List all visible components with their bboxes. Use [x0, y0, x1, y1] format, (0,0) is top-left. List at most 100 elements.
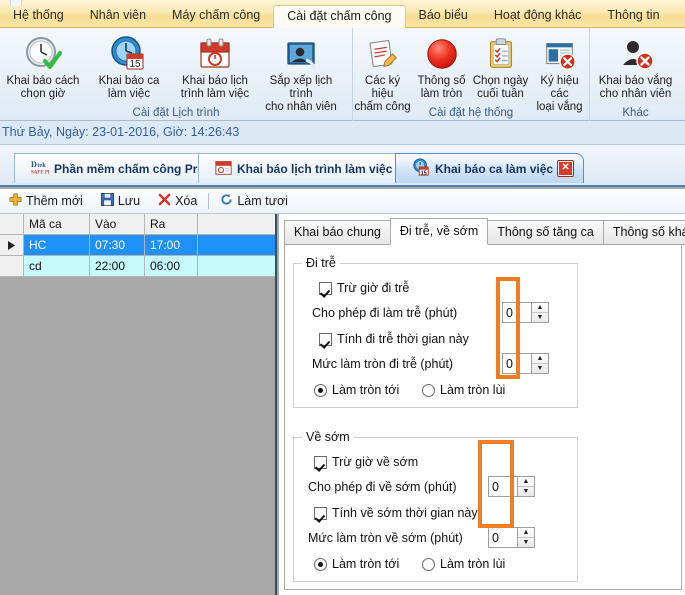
- checkbox-tinh-ve-som-row[interactable]: Tính về sớm thời gian này: [314, 506, 478, 520]
- tab-khai-bao-chung[interactable]: Khai báo chung: [284, 220, 391, 245]
- radio-lam-tron-lui-row-early[interactable]: Làm tròn lùi: [422, 557, 505, 571]
- radio-lam-tron-toi-row-late[interactable]: Làm tròn tới: [314, 383, 399, 397]
- spinner-value-muc-lam-tron-di-tre[interactable]: 0: [502, 353, 532, 374]
- spinner-down-icon[interactable]: ▼: [532, 313, 548, 322]
- menu-item-5[interactable]: Hoạt động khác: [481, 5, 595, 28]
- radio-lam-tron-lui-label-late: Làm tròn lùi: [440, 383, 506, 397]
- ribbon-button-cac-ky-hieu-cham-cong[interactable]: Các ký hiệu chấm công: [353, 32, 412, 114]
- spinner-value-muc-lam-tron-ve-som[interactable]: 0: [488, 527, 518, 548]
- clipboard-check-icon: [482, 34, 520, 74]
- spinner-up-icon[interactable]: ▲: [518, 528, 534, 538]
- spinner-value-cho-phep-di-ve-som[interactable]: 0: [488, 476, 518, 497]
- person-delete-icon: [616, 34, 656, 74]
- checkbox-tru-gio-ve-som-row[interactable]: Trừ giờ về sớm: [314, 455, 418, 469]
- menu-item-3[interactable]: Cài đặt chấm công: [273, 5, 406, 28]
- pane-splitter[interactable]: [275, 214, 277, 595]
- checkbox-tinh-ve-som-thoi-gian-nay[interactable]: [314, 506, 327, 520]
- spinner-down-icon[interactable]: ▼: [518, 487, 534, 496]
- close-icon[interactable]: ✕: [558, 161, 574, 176]
- grid-row-filler: [198, 256, 277, 277]
- column-header-vao[interactable]: Vào: [90, 214, 145, 235]
- ribbon-group-label: Cài đặt Lịch trình: [132, 107, 220, 119]
- tab-thong-so-khac[interactable]: Thông số khác: [602, 220, 685, 245]
- ribbon-button-label: Khai báo lịch trình làm việc: [180, 75, 250, 100]
- radio-lam-tron-toi-label-late: Làm tròn tới: [332, 383, 400, 397]
- doc-tab-khai-bao-ca-lam-viec[interactable]: 15 Khai báo ca làm việc ✕: [395, 153, 585, 183]
- spinner-buttons[interactable]: ▲ ▼: [518, 527, 535, 548]
- table-row[interactable]: HC 07:30 17:00: [0, 235, 198, 256]
- spinner-cho-phep-di-ve-som[interactable]: 0 ▲ ▼: [488, 476, 535, 497]
- spinner-buttons[interactable]: ▲ ▼: [518, 476, 535, 497]
- column-header-ma-ca[interactable]: Mã ca: [24, 214, 90, 235]
- spinner-up-icon[interactable]: ▲: [518, 477, 534, 487]
- refresh-button[interactable]: Làm tươi: [211, 190, 297, 212]
- label-cho-phep-di-lam-tre: Cho phép đi làm trễ (phút): [312, 306, 458, 320]
- shift-list-pane: Mã ca Vào Ra HC 07:30 17:00 cd 22:00 06:…: [0, 214, 277, 595]
- ribbon-button-khai-bao-ca-lam-viec[interactable]: 15 Khai báo ca làm việc: [86, 32, 172, 101]
- spinner-down-icon[interactable]: ▼: [518, 538, 534, 547]
- delete-x-icon: [158, 193, 171, 209]
- plus-icon: [9, 193, 22, 209]
- refresh-label: Làm tươi: [237, 194, 288, 208]
- add-new-button[interactable]: Thêm mới: [0, 190, 92, 212]
- spinner-value-cho-phep-di-lam-tre[interactable]: 0: [502, 302, 532, 323]
- spinner-up-icon[interactable]: ▲: [532, 303, 548, 313]
- radio-lam-tron-toi-late[interactable]: [314, 383, 327, 397]
- spinner-buttons[interactable]: ▲ ▼: [532, 302, 549, 323]
- checkbox-tinh-di-tre-label: Tính đi trễ thời gian này: [337, 332, 469, 346]
- cell-ma-ca[interactable]: HC: [24, 235, 90, 256]
- checkbox-tinh-di-tre-row[interactable]: Tính đi trễ thời gian này: [319, 332, 469, 346]
- save-button[interactable]: Lưu: [92, 190, 149, 212]
- doc-tab-label: Khai báo ca làm việc: [435, 161, 554, 176]
- cell-ra[interactable]: 17:00: [145, 235, 198, 256]
- radio-lam-tron-toi-row-early[interactable]: Làm tròn tới: [314, 557, 399, 571]
- tab-thong-so-tang-ca[interactable]: Thông số tăng ca: [487, 220, 604, 245]
- doc-tab-phan-mem-cham-cong-pro[interactable]: D tek SAFE PRO Phần mềm chấm công Pro: [14, 153, 216, 183]
- ribbon-button-khai-bao-cach-chon-gio[interactable]: Khai báo cách chọn giờ: [0, 32, 86, 101]
- spinner-down-icon[interactable]: ▼: [532, 364, 548, 373]
- menu-item-0[interactable]: Hệ thống: [0, 5, 77, 28]
- menu-item-4[interactable]: Báo biểu: [406, 5, 481, 28]
- radio-lam-tron-lui-row-late[interactable]: Làm tròn lùi: [422, 383, 505, 397]
- tab-di-tre-ve-som[interactable]: Đi trễ, về sớm: [389, 218, 489, 245]
- spinner-up-icon[interactable]: ▲: [532, 354, 548, 364]
- spinner-cho-phep-di-lam-tre[interactable]: 0 ▲ ▼: [502, 302, 549, 323]
- menu-item-6[interactable]: Thông tin: [594, 5, 672, 28]
- ribbon-button-thong-so-lam-tron[interactable]: Thông số làm tròn: [412, 32, 471, 101]
- checkbox-tinh-di-tre-thoi-gian-nay[interactable]: [319, 332, 332, 346]
- spinner-muc-lam-tron-di-tre[interactable]: 0 ▲ ▼: [502, 353, 549, 374]
- ribbon-button-sap-xep-lich-trinh[interactable]: Sắp xếp lịch trình cho nhân viên: [258, 32, 344, 114]
- ribbon-button-ky-hieu-cac-loai-vang[interactable]: Ký hiệu các loại vắng: [530, 32, 589, 114]
- radio-lam-tron-lui-late[interactable]: [422, 383, 435, 397]
- cell-ma-ca[interactable]: cd: [24, 256, 90, 277]
- app-logo-icon: D tek SAFE PRO: [31, 158, 55, 179]
- checkbox-tru-gio-di-tre[interactable]: [319, 281, 332, 295]
- checkbox-tru-gio-di-tre-row[interactable]: Trừ giờ đi trễ: [319, 281, 409, 295]
- ribbon-button-chon-ngay-cuoi-tuan[interactable]: Chọn ngày cuối tuần: [471, 32, 530, 101]
- grid-row-filler: [198, 235, 277, 256]
- cell-vao[interactable]: 07:30: [90, 235, 145, 256]
- main-menu-bar: Hệ thống Nhân viên Máy chấm công Cài đặt ch…: [0, 0, 685, 28]
- clock-check-icon: [23, 34, 63, 74]
- radio-lam-tron-lui-early[interactable]: [422, 557, 435, 571]
- ribbon-group-label: Cài đặt hệ thống: [428, 107, 514, 119]
- doc-tab-khai-bao-lich-trinh[interactable]: Khai báo lịch trình làm việc ✕: [198, 153, 424, 183]
- ribbon-button-khai-bao-lich-trinh-lam-viec[interactable]: Khai báo lịch trình làm việc: [172, 32, 258, 101]
- spinner-muc-lam-tron-ve-som[interactable]: 0 ▲ ▼: [488, 527, 535, 548]
- shift-data-grid[interactable]: Mã ca Vào Ra HC 07:30 17:00 cd 22:00 06:…: [0, 214, 277, 277]
- radio-lam-tron-toi-early[interactable]: [314, 557, 327, 571]
- column-header-ra[interactable]: Ra: [145, 214, 198, 235]
- ribbon-button-khai-bao-vang[interactable]: Khai báo vắng cho nhân viên: [591, 32, 681, 101]
- cell-vao[interactable]: 22:00: [90, 256, 145, 277]
- spinner-buttons[interactable]: ▲ ▼: [532, 353, 549, 374]
- menu-item-1[interactable]: Nhân viên: [77, 5, 159, 28]
- delete-button[interactable]: Xóa: [149, 190, 206, 212]
- checkbox-tru-gio-ve-som[interactable]: [314, 455, 327, 469]
- svg-text:tek: tek: [37, 162, 46, 169]
- label-muc-lam-tron-di-tre: Mức làm tròn đi trễ (phút): [312, 357, 454, 371]
- cell-ra[interactable]: 06:00: [145, 256, 198, 277]
- menu-item-2[interactable]: Máy chấm công: [159, 5, 273, 28]
- group-ve-som: Về sớm Trừ giờ về sớm Cho phép đi về sớm…: [293, 430, 578, 582]
- table-row[interactable]: cd 22:00 06:00: [0, 256, 198, 277]
- tab-content-di-tre-ve-som: Đi trễ Trừ giờ đi trễ Cho phép đi làm tr…: [284, 244, 682, 590]
